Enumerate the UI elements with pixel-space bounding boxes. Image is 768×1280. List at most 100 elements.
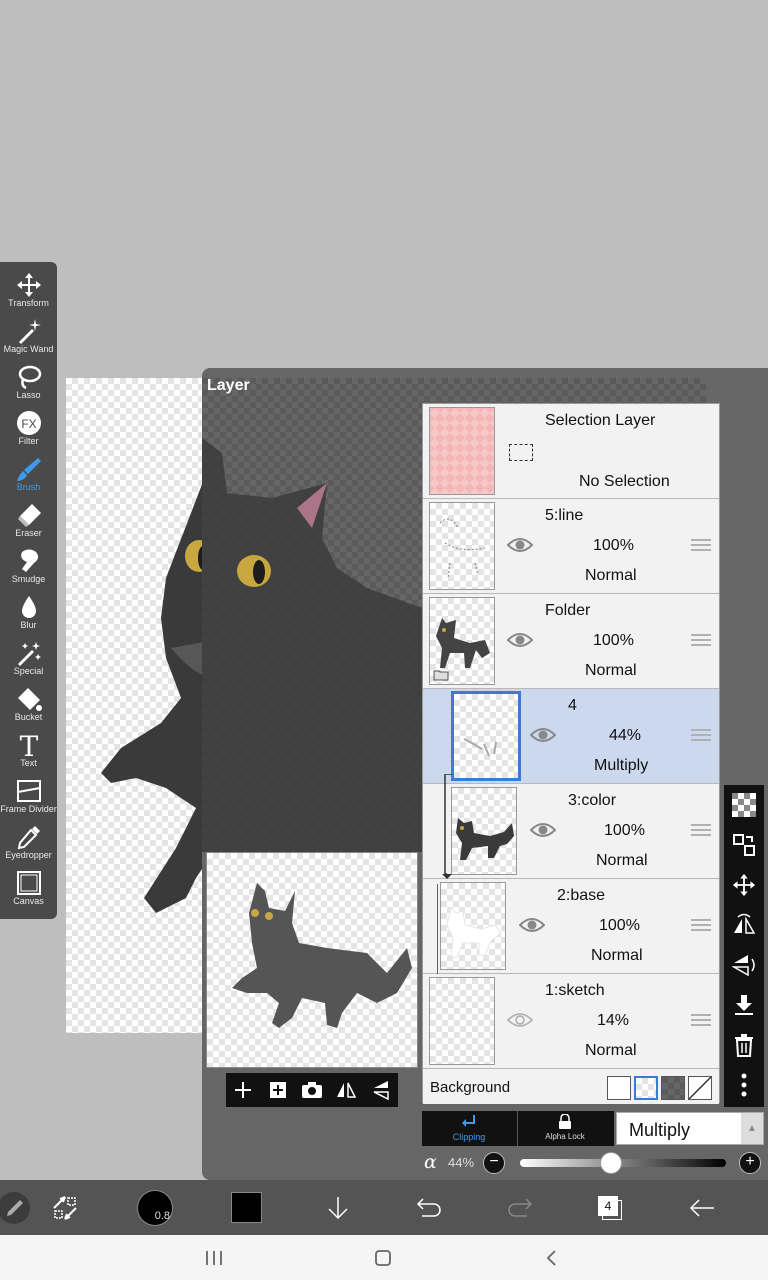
more-options-button[interactable] [730,1071,758,1099]
drag-handle-icon[interactable] [691,729,711,743]
blur-tool[interactable]: Blur [0,590,57,636]
opacity-slider-knob[interactable] [599,1152,622,1174]
delete-layer-button[interactable] [730,1031,758,1059]
lasso-tool[interactable]: Lasso [0,360,57,406]
redo-button[interactable] [504,1180,536,1235]
clipping-button[interactable]: Clipping [422,1111,516,1146]
layer-thumbnail [429,597,495,685]
text-icon: T [0,728,57,763]
move-icon [732,873,756,897]
merge-down-button[interactable] [730,991,758,1019]
alpha-symbol: α [424,1151,437,1173]
selection-marquee-icon [509,444,533,461]
merge-down-icon [735,995,753,1015]
flip-layer-vertical-button[interactable] [730,951,758,979]
bg-transparent-option[interactable] [634,1076,658,1100]
eyedropper-tool[interactable]: Eyedropper [0,820,57,866]
move-down-button[interactable] [323,1180,353,1235]
flip-horizontal-icon [734,913,756,934]
layer-name: Selection Layer [545,412,656,429]
drag-handle-icon[interactable] [691,919,711,933]
arrow-left-icon [689,1198,714,1217]
layer-count: 4 [598,1195,618,1216]
brush-size-button[interactable]: 0.8 [136,1180,174,1235]
opacity-decrease-button[interactable]: − [483,1152,505,1174]
home-button[interactable] [368,1245,398,1271]
clip-alpha-bar: Clipping Alpha Lock [422,1111,614,1146]
layer-row-selected[interactable]: 4 44% Multiply [423,689,719,784]
system-back-button[interactable] [536,1245,566,1271]
move-layer-button[interactable] [730,871,758,899]
drag-handle-icon[interactable] [691,634,711,648]
camera-layer-button[interactable] [299,1077,325,1103]
layer-row[interactable]: Folder 100% Normal [423,594,719,689]
bucket-tool[interactable]: Bucket [0,682,57,728]
eye-icon[interactable] [530,821,556,839]
layer-row[interactable]: 3:color 100% Normal [423,784,719,879]
layers-button[interactable]: 4 [593,1180,627,1235]
bg-dark-option[interactable] [661,1076,685,1100]
add-image-layer-button[interactable] [265,1077,291,1103]
layer-list: Selection Layer No Selection 5:line 100%… [422,403,720,1104]
magic-wand-icon [0,314,57,344]
transparency-button[interactable] [730,791,758,819]
magic-wand-tool[interactable]: Magic Wand [0,314,57,360]
transform-tool[interactable]: Transform [0,268,57,314]
drag-handle-icon[interactable] [691,1014,711,1028]
lock-icon [559,1113,571,1129]
frame-divider-tool[interactable]: Frame Divider [0,774,57,820]
layer-thumbnail [429,502,495,590]
bg-white-option[interactable] [607,1076,631,1100]
eye-off-icon[interactable] [507,1011,533,1029]
flip-layer-horizontal-button[interactable] [730,911,758,939]
canvas-tool[interactable]: Canvas [0,866,57,912]
quick-transform-button[interactable] [48,1180,82,1235]
eye-icon[interactable] [530,726,556,744]
filter-tool[interactable]: FX Filter [0,406,57,452]
layer-opacity: 100% [604,822,645,839]
trash-icon [735,1034,753,1057]
layer-preview [206,852,418,1068]
drag-handle-icon[interactable] [691,539,711,553]
alpha-lock-button[interactable]: Alpha Lock [518,1111,612,1146]
color-swatch-button[interactable] [229,1180,263,1235]
recent-apps-button[interactable] [199,1245,229,1271]
add-layer-button[interactable] [230,1077,256,1103]
transform-arrows-icon [53,1195,77,1220]
opacity-slider[interactable] [520,1159,726,1167]
pen-icon [0,1191,30,1224]
current-color-swatch [230,1192,262,1223]
recent-apps-icon [206,1251,222,1265]
layer-row[interactable]: 1:sketch 14% Normal [423,974,719,1069]
opacity-increase-button[interactable]: + [739,1152,761,1174]
checker-icon [732,793,756,817]
layer-row[interactable]: 5:line 100% Normal [423,499,719,594]
eye-icon[interactable] [507,536,533,554]
smudge-tool[interactable]: Smudge [0,544,57,590]
special-tool[interactable]: Special [0,636,57,682]
flip-vertical-button[interactable] [368,1077,394,1103]
layer-name: 3:color [568,792,617,809]
arrow-down-icon [328,1196,348,1219]
flip-horizontal-button[interactable] [333,1077,359,1103]
layer-blend-mode: Normal [596,852,648,869]
text-tool[interactable]: T Text [0,728,57,774]
selection-thumbnail [429,407,495,495]
select-layer-button[interactable] [730,831,758,859]
eye-icon[interactable] [507,631,533,649]
layer-row[interactable]: 2:base 100% Normal [423,879,719,974]
chevron-left-icon [546,1250,556,1266]
layer-action-bar [226,1073,398,1107]
back-button[interactable] [686,1180,718,1235]
undo-button[interactable] [413,1180,445,1235]
blend-mode-select[interactable]: Multiply ▲ [616,1112,764,1145]
eraser-tool[interactable]: Eraser [0,498,57,544]
drag-handle-icon[interactable] [691,824,711,838]
selection-layer-row[interactable]: Selection Layer No Selection [423,404,719,499]
pen-button[interactable] [0,1180,32,1235]
eye-icon[interactable] [519,916,545,934]
tool-sidebar: Transform Magic Wand Lasso FX Filter Bru… [0,262,57,919]
blur-drop-icon [0,590,57,620]
brush-tool[interactable]: Brush [0,452,57,498]
bg-none-option[interactable] [688,1076,712,1100]
